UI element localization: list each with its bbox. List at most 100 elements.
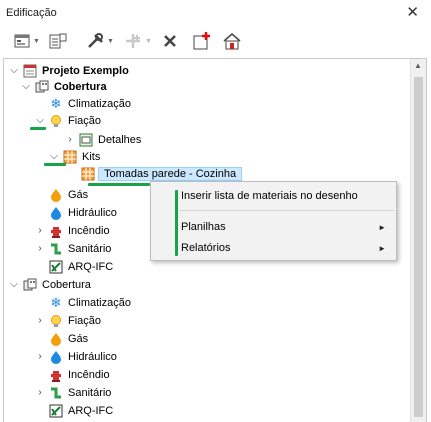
expand-icon[interactable]: › xyxy=(34,387,46,398)
add-element-icon xyxy=(126,34,140,48)
tree-node-label: Gás xyxy=(68,188,89,201)
kit-icon xyxy=(80,166,96,182)
pipe-icon xyxy=(48,241,64,257)
tree-node-gas[interactable]: Gás xyxy=(48,186,88,203)
tree-node-label: Detalhes xyxy=(98,133,142,146)
tree-node-label: Incêndio xyxy=(68,368,110,381)
expand-icon[interactable]: › xyxy=(34,315,46,326)
vertical-scrollbar[interactable]: ▲ xyxy=(410,59,426,422)
menu-item-label: Inserir lista de materiais no desenho xyxy=(181,190,358,202)
panel-title: Edificação xyxy=(6,7,57,19)
building-icon xyxy=(223,33,241,50)
tree-node-label: Kits xyxy=(82,150,101,163)
tree-node-label: Climatização xyxy=(68,97,131,110)
annotation-marker-kits xyxy=(44,163,66,166)
tree-node-sanitario[interactable]: › Sanitário xyxy=(34,240,111,257)
snowflake-icon: ❄ xyxy=(50,294,62,310)
menu-item-label: Relatórios xyxy=(181,242,231,254)
tree-node-climatizacao[interactable]: ❄ Climatização xyxy=(48,95,131,112)
tree-node-gas-2[interactable]: Gás xyxy=(48,330,88,347)
scrollbar-thumb[interactable] xyxy=(414,77,423,417)
add-element-button[interactable]: ▼ xyxy=(124,30,152,52)
tree-node-cobertura-2[interactable]: ⌵ Cobertura xyxy=(8,276,91,293)
submenu-arrow-icon: ► xyxy=(378,222,386,232)
tree-node-label: Incêndio xyxy=(68,224,110,237)
tree-node-detalhes[interactable]: › Detalhes xyxy=(64,131,141,148)
properties-button[interactable] xyxy=(48,30,68,52)
tree-node-label: Climatização xyxy=(68,296,131,309)
floor-icon xyxy=(34,79,50,95)
collapse-icon[interactable]: ⌵ xyxy=(8,279,20,290)
annotation-marker-menu xyxy=(175,190,178,256)
expand-icon[interactable]: › xyxy=(34,351,46,362)
menu-separator xyxy=(179,210,394,211)
tree-node-label: Tomadas parede - Cozinha xyxy=(98,166,243,181)
snowflake-icon: ❄ xyxy=(50,95,62,111)
menu-item-planilhas[interactable]: Planilhas ► xyxy=(181,218,390,236)
add-floor-icon xyxy=(193,32,210,50)
tree-node-tomadas-parede-cozinha[interactable]: Tomadas parede - Cozinha xyxy=(80,165,243,182)
context-menu: Inserir lista de materiais no desenho Pl… xyxy=(150,181,397,261)
project-icon xyxy=(22,63,38,79)
menu-item-inserir-lista[interactable]: Inserir lista de materiais no desenho xyxy=(181,187,390,205)
annotation-marker-fiacao xyxy=(30,127,46,130)
scroll-up-icon[interactable]: ▲ xyxy=(414,61,422,70)
tree-node-incendio-2[interactable]: Incêndio xyxy=(48,366,110,383)
collapse-icon[interactable]: ⌵ xyxy=(20,81,32,92)
tree-node-cobertura[interactable]: ⌵ Cobertura xyxy=(20,78,107,95)
toolbar: ▼ ▼ ▼ xyxy=(0,28,431,56)
expand-icon[interactable]: › xyxy=(64,134,76,145)
expand-icon[interactable]: › xyxy=(34,225,46,236)
water-drop-icon xyxy=(48,349,64,365)
tree-node-climatizacao-2[interactable]: ❄ Climatização xyxy=(48,294,131,311)
chevron-down-icon: ▼ xyxy=(107,37,114,45)
hydrant-icon xyxy=(48,367,64,383)
tree-node-arq-ifc[interactable]: ARQ-IFC xyxy=(48,258,113,275)
tree-node-hidraulico[interactable]: Hidráulico xyxy=(48,204,117,221)
tree-node-label: Cobertura xyxy=(54,80,107,93)
tree-node-label: Hidráulico xyxy=(68,350,117,363)
tree-node-fiacao-2[interactable]: › Fiação xyxy=(34,312,101,329)
expand-icon[interactable]: › xyxy=(34,243,46,254)
tree-node-hidraulico-2[interactable]: › Hidráulico xyxy=(34,348,117,365)
tree-node-label: Sanitário xyxy=(68,242,112,255)
ifc-icon xyxy=(48,403,64,419)
menu-item-relatorios[interactable]: Relatórios ► xyxy=(181,239,390,257)
collapse-icon[interactable]: ⌵ xyxy=(34,115,46,126)
lightbulb-icon xyxy=(48,113,64,129)
tools-button[interactable]: ▼ xyxy=(86,30,114,52)
flame-icon xyxy=(48,187,64,203)
pipe-icon xyxy=(48,385,64,401)
panel-title-bar: Edificação ✕ xyxy=(0,0,431,26)
new-element-icon xyxy=(14,34,30,48)
close-icon[interactable]: ✕ xyxy=(406,3,419,21)
floor-icon xyxy=(22,277,38,293)
tree-node-label: Hidráulico xyxy=(68,206,117,219)
collapse-icon[interactable]: ⌵ xyxy=(8,65,20,76)
chevron-down-icon: ▼ xyxy=(145,37,152,45)
tree-node-label: ARQ-IFC xyxy=(68,404,114,417)
water-drop-icon xyxy=(48,205,64,221)
tree-node-arq-ifc-2[interactable]: ARQ-IFC xyxy=(48,402,113,419)
add-floor-button[interactable] xyxy=(192,30,212,52)
tree-node-projeto-exemplo[interactable]: ⌵ Projeto Exemplo xyxy=(8,62,129,79)
submenu-arrow-icon: ► xyxy=(378,243,386,253)
collapse-icon[interactable]: ⌵ xyxy=(48,151,60,162)
tree-node-sanitario-2[interactable]: › Sanitário xyxy=(34,384,111,401)
hydrant-icon xyxy=(48,223,64,239)
tree-node-label: ARQ-IFC xyxy=(68,260,114,273)
flame-icon xyxy=(48,331,64,347)
tree-node-label: Projeto Exemplo xyxy=(42,64,129,77)
tree-node-label: Fiação xyxy=(68,314,102,327)
ifc-icon xyxy=(48,259,64,275)
tools-icon xyxy=(88,33,103,48)
new-element-button[interactable]: ▼ xyxy=(14,30,40,52)
tree-node-incendio[interactable]: › Incêndio xyxy=(34,222,110,239)
tree-node-label: Fiação xyxy=(68,114,102,127)
building-button[interactable] xyxy=(222,30,242,52)
menu-item-label: Planilhas xyxy=(181,221,226,233)
tree-node-label: Sanitário xyxy=(68,386,112,399)
delete-icon xyxy=(164,35,176,47)
properties-icon xyxy=(49,33,67,49)
delete-button[interactable] xyxy=(162,30,178,52)
